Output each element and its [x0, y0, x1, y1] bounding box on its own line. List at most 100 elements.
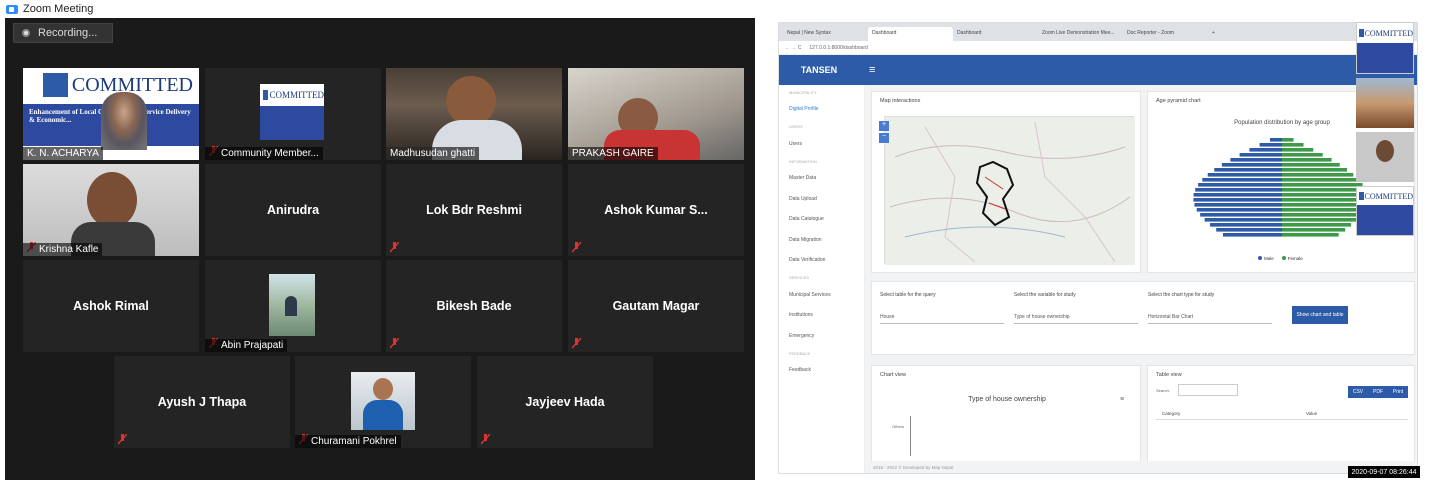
- sidebar-item[interactable]: Data Catalogue: [779, 209, 864, 230]
- col-category[interactable]: Category: [1162, 411, 1180, 416]
- participant-name: Bikesh Bade: [436, 299, 512, 313]
- participant-photo: [269, 274, 315, 336]
- browser-tab[interactable]: Nepal | New Syntax: [783, 27, 868, 41]
- sidebar-item[interactable]: Municipal Services: [779, 285, 864, 306]
- browser-tab[interactable]: Dashboard: [953, 27, 1038, 41]
- browser-tab[interactable]: Doc Reporter - Zoom: [1123, 27, 1208, 41]
- participant-tile[interactable]: Ashok Kumar S...: [568, 164, 744, 256]
- participant-tile[interactable]: Ayush J Thapa: [114, 356, 290, 448]
- participant-name: Ashok Kumar S...: [604, 203, 708, 217]
- sidebar-item[interactable]: Digital Profile: [779, 99, 864, 120]
- participant-tile[interactable]: Jayjeev Hada: [477, 356, 653, 448]
- pdf-button[interactable]: PDF: [1368, 386, 1388, 398]
- recording-indicator[interactable]: Recording...: [13, 23, 113, 43]
- chart-view-title: Chart view: [880, 372, 906, 378]
- pyramid-bar-female: [1282, 168, 1348, 172]
- participant-tile-active-speaker[interactable]: Madhusudan ghatti: [386, 68, 562, 160]
- sidebar-item[interactable]: Data Verification: [779, 250, 864, 271]
- pyramid-bar-male: [1259, 143, 1282, 147]
- zoom-app-icon: [6, 4, 18, 14]
- table-select[interactable]: House: [880, 312, 1004, 324]
- participant-thumb[interactable]: [1356, 132, 1414, 182]
- recording-label: Recording...: [38, 27, 98, 39]
- sidebar-section-heading: USERS: [789, 124, 803, 129]
- window-title: Zoom Meeting: [23, 3, 94, 15]
- participant-tile[interactable]: COMMITTED Community Member...: [205, 68, 381, 160]
- address-bar[interactable]: ← → C 127.0.0.1:8000/dashboard: [779, 41, 1417, 55]
- dashboard-content: Map interactions + − Age pyramid chart P…: [865, 85, 1417, 473]
- participant-photo: [351, 372, 415, 430]
- participant-tile[interactable]: Krishna Kafle: [23, 164, 199, 256]
- participant-name: Ashok Rimal: [73, 299, 149, 313]
- zoom-out-button[interactable]: −: [879, 133, 889, 143]
- pyramid-bar-female: [1282, 223, 1352, 227]
- pyramid-bar-female: [1282, 173, 1354, 177]
- show-chart-button[interactable]: Show chart and table: [1292, 306, 1348, 324]
- zoom-in-button[interactable]: +: [879, 121, 889, 131]
- pyramid-bar-female: [1282, 178, 1359, 182]
- sidebar-item[interactable]: Feedback: [779, 360, 864, 381]
- participant-name: Madhusudan ghatti: [386, 147, 480, 160]
- pyramid-bar-male: [1195, 188, 1282, 192]
- pyramid-bar-male: [1210, 223, 1282, 227]
- window-title-bar: Zoom Meeting: [0, 0, 1435, 18]
- pyramid-bar-male: [1270, 138, 1282, 142]
- pyramid-bar-male: [1202, 178, 1282, 182]
- chart-legend: Male Female: [1258, 256, 1303, 261]
- participant-tile[interactable]: Gautam Magar: [568, 260, 744, 352]
- pyramid-bar-female: [1282, 153, 1323, 157]
- sidebar-item[interactable]: Master Data: [779, 168, 864, 189]
- sidebar-section-heading: MUNICIPALITY: [789, 89, 817, 95]
- participant-thumb[interactable]: COMMITTED: [1356, 22, 1414, 74]
- sidebar-section-heading: SERVICES: [789, 275, 810, 280]
- sidebar-item[interactable]: Data Upload: [779, 189, 864, 210]
- participant-tile[interactable]: COMMITTED Enhancement of Local Governmen…: [23, 68, 199, 160]
- legend-male: Male: [1258, 256, 1274, 261]
- chart-menu-icon[interactable]: ≡: [1120, 396, 1124, 403]
- participant-face: [446, 76, 496, 126]
- sidebar-item[interactable]: Emergency: [779, 326, 864, 347]
- participant-thumb[interactable]: COMMITTED: [1356, 186, 1414, 236]
- print-button[interactable]: Print: [1388, 386, 1408, 398]
- col-value[interactable]: Value: [1306, 411, 1317, 416]
- csv-button[interactable]: CSV: [1348, 386, 1368, 398]
- nav-arrows-icon[interactable]: ← → C: [785, 45, 801, 51]
- sidebar-item[interactable]: Institutions: [779, 305, 864, 326]
- variable-select-label: Select the variable for study: [1014, 292, 1076, 298]
- table-view-card: Table view Search: CSV PDF Print Categor…: [1147, 365, 1415, 465]
- pyramid-bar-female: [1282, 213, 1361, 217]
- menu-toggle-icon[interactable]: ≡: [869, 64, 875, 76]
- chart-type-select[interactable]: Horizontal Bar Chart: [1148, 312, 1272, 324]
- browser-tab-active[interactable]: Dashboard: [868, 27, 953, 41]
- participant-tile[interactable]: Ashok Rimal: [23, 260, 199, 352]
- pyramid-bar-male: [1204, 218, 1282, 222]
- participant-thumb[interactable]: [1356, 78, 1414, 128]
- pyramid-bar-male: [1196, 208, 1282, 212]
- participant-tile[interactable]: Abin Prajapati: [205, 260, 381, 352]
- app-brand[interactable]: TANSEN: [779, 65, 859, 75]
- pyramid-bar-male: [1221, 163, 1282, 167]
- sidebar-item[interactable]: Data Migration: [779, 230, 864, 251]
- chart-select-label: Select the chart type for study: [1148, 292, 1215, 298]
- sidebar-item[interactable]: Users: [779, 134, 864, 155]
- variable-select[interactable]: Type of house ownership: [1014, 312, 1138, 324]
- table-search-input[interactable]: [1178, 384, 1238, 396]
- new-tab-button[interactable]: +: [1208, 27, 1222, 41]
- pyramid-bar-male: [1193, 198, 1282, 202]
- pyramid-bar-female: [1282, 143, 1304, 147]
- participant-tile[interactable]: PRAKASH GAIRE: [568, 68, 744, 160]
- participant-name: Gautam Magar: [612, 299, 700, 313]
- map-view[interactable]: + −: [879, 116, 1135, 265]
- page-footer: 2018 - 2022 © Developed by Map Nepal: [865, 461, 1417, 473]
- participant-name: Churamani Pokhrel: [295, 435, 401, 448]
- pyramid-bar-female: [1282, 188, 1366, 192]
- pyramid-bar-female: [1282, 198, 1368, 202]
- browser-tab[interactable]: Zoom Live Demonstration Mee...: [1038, 27, 1123, 41]
- participant-tile[interactable]: Lok Bdr Reshmi: [386, 164, 562, 256]
- pyramid-bar-male: [1216, 228, 1282, 232]
- participant-tile[interactable]: Churamani Pokhrel: [295, 356, 471, 448]
- chart-view-card: Chart view Type of house ownership ≡ Oth…: [871, 365, 1141, 465]
- participant-tile[interactable]: Bikesh Bade: [386, 260, 562, 352]
- mic-muted-icon: [118, 434, 127, 445]
- participant-tile[interactable]: Anirudra: [205, 164, 381, 256]
